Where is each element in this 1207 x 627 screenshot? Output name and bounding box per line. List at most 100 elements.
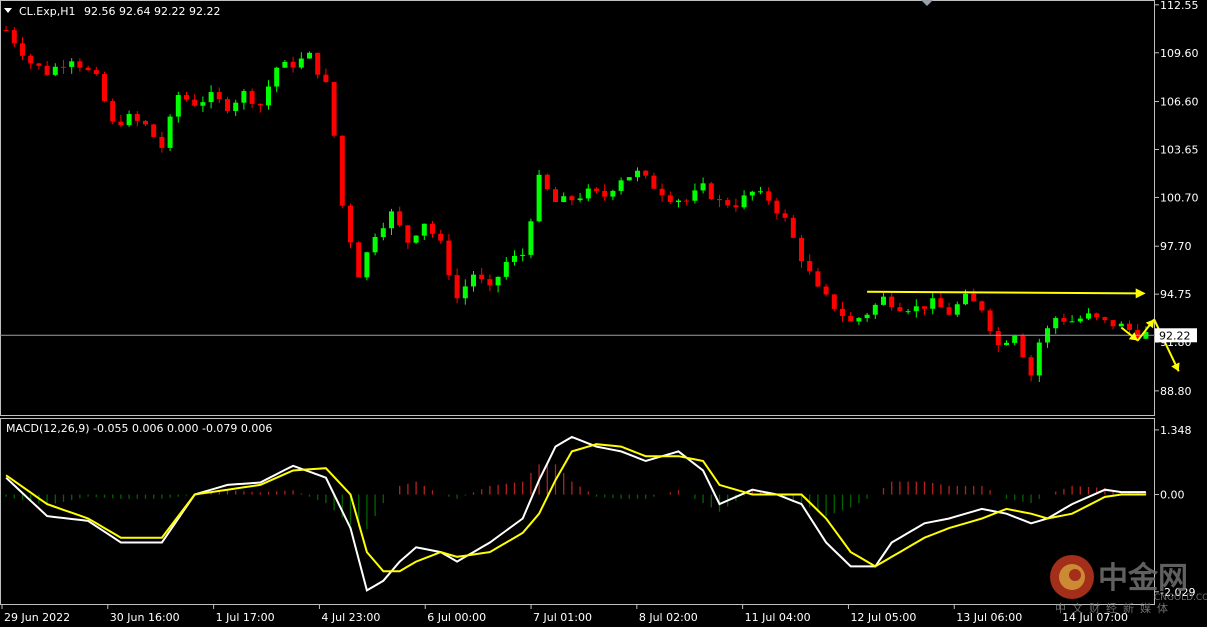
candle-body [872, 304, 878, 315]
candle-body [995, 330, 1001, 346]
candle-body [913, 306, 919, 312]
time-tick-label: 11 Jul 04:00 [745, 611, 811, 624]
candle-body [856, 318, 862, 322]
candle-body [643, 170, 649, 176]
candle-body [364, 252, 370, 278]
candle-body [1069, 321, 1075, 323]
candle-body [118, 121, 124, 126]
candle-body [61, 66, 66, 68]
candle-body [175, 95, 181, 117]
candle-body [520, 254, 526, 256]
candle-body [881, 296, 886, 305]
candle-body [462, 286, 468, 299]
macd-panel-border [0, 418, 1155, 605]
watermark-sub: 中文财经新媒体 [1055, 601, 1174, 615]
candle-body [69, 61, 75, 67]
candle-body [1028, 357, 1034, 376]
candle-body [512, 255, 517, 262]
candle-body [389, 211, 394, 229]
candle-body [421, 223, 427, 236]
candle-body [676, 200, 681, 203]
candle-body [339, 135, 345, 206]
candle-body [1086, 313, 1091, 319]
trend-annotations [867, 288, 1180, 372]
candle-body [659, 188, 665, 196]
candle-body [1118, 323, 1124, 327]
candle-body [200, 102, 206, 106]
candle-body [438, 233, 444, 241]
candle-body [282, 61, 288, 68]
candle-body [102, 74, 107, 102]
candle-body [717, 199, 722, 201]
candle-body [216, 92, 222, 100]
candle-body [1094, 313, 1100, 318]
candle-body [356, 242, 362, 278]
candle-body [274, 67, 280, 87]
candle-body [446, 240, 452, 276]
candle-body [979, 301, 985, 311]
candle-body [536, 174, 542, 222]
scroll-marker-icon[interactable] [921, 0, 933, 6]
candle-body [315, 52, 321, 75]
candle-body [1053, 318, 1059, 329]
candle-body [684, 200, 690, 202]
candle-body [11, 30, 17, 44]
candle-body [864, 314, 870, 319]
candle-body [372, 237, 378, 253]
symbol-dropdown-icon[interactable] [4, 8, 12, 13]
candle-body [52, 66, 58, 75]
candle-body [553, 189, 558, 203]
resistance-line [867, 290, 1138, 295]
candle-body [348, 205, 353, 243]
candle-body [569, 196, 575, 201]
candle-body [257, 103, 263, 106]
current-price-tag: 92.22 [1155, 328, 1197, 343]
price-tick-label: 106.60 [1160, 96, 1199, 109]
candle-body [733, 205, 739, 208]
time-tick-label: 1 Jul 17:00 [216, 611, 275, 624]
candle-body [413, 235, 419, 243]
candle-body [1012, 335, 1018, 343]
macd-tick-label: 0.00 [1160, 489, 1185, 502]
symbol-label: CL.Exp,H1 [19, 5, 76, 18]
time-tick-label: 4 Jul 23:00 [321, 611, 380, 624]
candle-body [987, 310, 993, 331]
candle-body [290, 61, 296, 68]
candle-body [208, 92, 214, 103]
candle-body [528, 221, 534, 255]
candle-body [167, 116, 173, 148]
price-tick-label: 112.55 [1160, 0, 1199, 12]
candle-body [1077, 318, 1083, 322]
candle-body [143, 120, 148, 125]
candle-body [618, 180, 624, 191]
candle-body [471, 274, 476, 287]
candlestick-series [3, 25, 1149, 382]
candle-body [807, 261, 813, 272]
price-tick-label: 97.70 [1160, 240, 1192, 253]
candle-body [430, 223, 435, 234]
candle-body [1004, 342, 1009, 346]
trading-chart[interactable]: CL.Exp,H1 92.56 92.64 92.22 92.22 MACD(1… [0, 0, 1207, 627]
candle-body [930, 298, 936, 309]
candle-body [848, 315, 854, 322]
candle-body [651, 175, 657, 189]
current-price-value: 92.22 [1159, 329, 1191, 342]
candle-body [938, 298, 944, 308]
candle-body [184, 95, 189, 100]
candle-body [635, 170, 640, 178]
candle-body [380, 228, 386, 238]
candle-body [241, 91, 247, 103]
candle-body [225, 99, 230, 112]
cngold-watermark: 中金网 CNGOLD.COM 中文财经新媒体 [1050, 555, 1207, 615]
candle-body [1110, 320, 1116, 327]
time-tick-label: 30 Jun 16:00 [110, 611, 180, 624]
candle-body [692, 190, 698, 201]
candle-body [134, 114, 140, 121]
candle-body [831, 294, 837, 309]
candle-body [249, 91, 255, 104]
candle-body [36, 63, 42, 66]
candle-body [85, 67, 91, 71]
candle-body [602, 190, 608, 197]
price-tick-label: 88.80 [1160, 385, 1192, 398]
candle-body [594, 188, 599, 191]
